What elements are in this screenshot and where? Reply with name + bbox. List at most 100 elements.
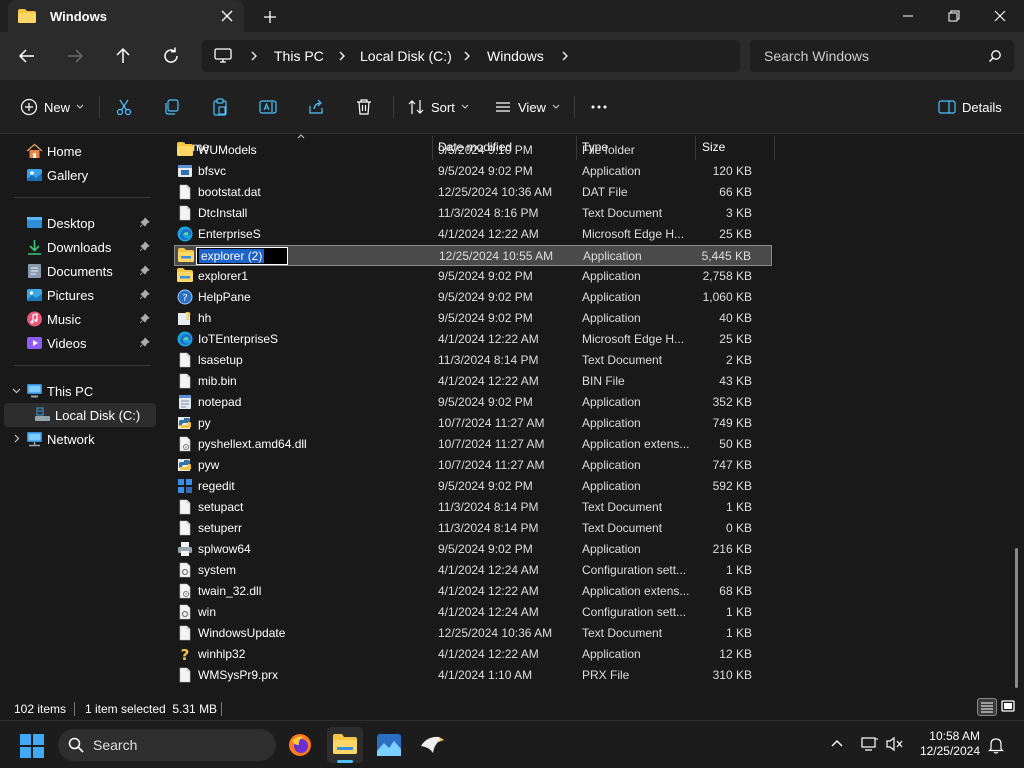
address-bar[interactable]: This PC Local Disk (C:) Windows — [202, 40, 740, 72]
share-button[interactable] — [307, 95, 325, 119]
details-view-toggle[interactable] — [977, 698, 997, 716]
file-row[interactable]: notepad 9/5/2024 9:02 PM Application 352 KB — [174, 392, 772, 413]
tab-windows[interactable]: Windows — [8, 0, 244, 32]
chevron-right-icon[interactable] — [461, 50, 473, 62]
file-row[interactable]: bootstat.dat 12/25/2024 10:36 AM DAT File 6… — [174, 182, 772, 203]
sidebar-item-music[interactable]: Music — [4, 307, 156, 331]
pin-icon[interactable] — [139, 313, 150, 324]
breadcrumb-windows[interactable]: Windows — [487, 48, 544, 64]
breadcrumb-this-pc[interactable]: This PC — [274, 48, 324, 64]
paste-button[interactable] — [211, 95, 229, 119]
up-arrow-icon[interactable] — [111, 44, 135, 68]
new-tab-icon[interactable] — [261, 8, 279, 26]
file-date: 4/1/2024 12:22 AM — [438, 374, 539, 388]
forward-arrow-icon[interactable] — [63, 44, 87, 68]
file-row[interactable]: ? winhlp32 4/1/2024 12:22 AM Application 12 … — [174, 644, 772, 665]
maximize-button[interactable] — [931, 0, 977, 32]
search-input[interactable]: Search Windows — [750, 40, 1014, 72]
sidebar-item-gallery[interactable]: Gallery — [4, 163, 156, 187]
file-row[interactable]: setupact 11/3/2024 8:14 PM Text Document 1 … — [174, 497, 772, 518]
item-count: 102 items — [14, 702, 67, 716]
file-row[interactable]: splwow64 9/5/2024 9:02 PM Application 216 K… — [174, 539, 772, 560]
file-row[interactable]: setuperr 11/3/2024 8:14 PM Text Document 0 … — [174, 518, 772, 539]
photos-app[interactable] — [371, 727, 407, 763]
delete-button[interactable] — [355, 95, 373, 119]
sidebar-item-network[interactable]: Network — [4, 427, 156, 451]
sidebar-item-desktop[interactable]: Desktop — [4, 211, 156, 235]
file-row[interactable]: lsasetup 11/3/2024 8:14 PM Text Document 2 … — [174, 350, 772, 371]
file-row[interactable]: py 10/7/2024 11:27 AM Application 749 KB — [174, 413, 772, 434]
pin-icon[interactable] — [139, 241, 150, 252]
volume-muted-icon[interactable] — [886, 736, 904, 752]
pin-icon[interactable] — [139, 217, 150, 228]
system-clock[interactable]: 10:58 AM 12/25/2024 — [920, 729, 980, 759]
sidebar-item-videos[interactable]: Videos — [4, 331, 156, 355]
sidebar-item-documents[interactable]: Documents — [4, 259, 156, 283]
chevron-down-icon[interactable] — [12, 386, 21, 395]
start-windows-icon[interactable] — [20, 734, 44, 758]
more-options-button[interactable] — [590, 95, 608, 119]
firefox-app[interactable] — [282, 727, 318, 763]
file-row[interactable]: regedit 9/5/2024 9:02 PM Application 592 KB — [174, 476, 772, 497]
refresh-icon[interactable] — [159, 44, 183, 68]
file-row[interactable]: WUModels 9/5/2024 9:10 PM File folder — [174, 140, 772, 161]
cut-button[interactable] — [115, 95, 133, 119]
chevron-up-icon[interactable] — [830, 738, 844, 748]
pin-icon[interactable] — [139, 265, 150, 276]
new-button[interactable]: New — [20, 95, 84, 119]
details-pane-button[interactable]: Details — [938, 95, 1002, 119]
drive-icon — [34, 407, 51, 423]
back-arrow-icon[interactable] — [15, 44, 39, 68]
sort-button[interactable]: Sort — [407, 95, 469, 119]
chevron-right-icon[interactable] — [336, 50, 348, 62]
close-tab-icon[interactable] — [218, 7, 236, 25]
column-divider[interactable] — [774, 136, 775, 160]
notification-bell-icon[interactable] — [988, 736, 1004, 754]
network-status-icon[interactable] — [861, 736, 879, 752]
taskbar-search[interactable]: Search — [58, 729, 276, 761]
close-window-button[interactable] — [977, 0, 1023, 32]
minimize-button[interactable] — [885, 0, 931, 32]
breadcrumb-local-disk[interactable]: Local Disk (C:) — [360, 48, 452, 64]
pin-icon[interactable] — [139, 337, 150, 348]
file-row[interactable]: explorer1 9/5/2024 9:02 PM Application 2,75… — [174, 266, 772, 287]
copy-button[interactable] — [163, 95, 181, 119]
chevron-right-icon[interactable] — [559, 50, 571, 62]
file-row[interactable]: system 4/1/2024 12:24 AM Configuration set… — [174, 560, 772, 581]
rename-input[interactable]: explorer (2) — [196, 247, 288, 265]
file-date: 4/1/2024 12:22 AM — [438, 584, 539, 598]
file-row[interactable]: win 4/1/2024 12:24 AM Configuration sett..… — [174, 602, 772, 623]
file-row[interactable]: WMSysPr9.prx 4/1/2024 1:10 AM PRX File 310 … — [174, 665, 772, 686]
file-row-selected[interactable]: explorer (2) 12/25/2024 10:55 AM Applicati… — [174, 245, 772, 266]
vertical-scrollbar[interactable] — [1015, 548, 1018, 688]
sidebar-item-this-pc[interactable]: This PC — [4, 379, 156, 403]
file-row[interactable]: ? hh 9/5/2024 9:02 PM Application 40 KB — [174, 308, 772, 329]
search-icon[interactable] — [988, 49, 1002, 63]
file-type: Application — [583, 249, 642, 263]
sidebar-item-pictures[interactable]: Pictures — [4, 283, 156, 307]
file-size: 43 KB — [719, 374, 752, 388]
view-button[interactable]: View — [494, 95, 560, 119]
file-row[interactable]: DtcInstall 11/3/2024 8:16 PM Text Document… — [174, 203, 772, 224]
file-size: 66 KB — [719, 185, 752, 199]
search-placeholder: Search Windows — [764, 48, 870, 64]
file-row[interactable]: bfsvc 9/5/2024 9:02 PM Application 120 KB — [174, 161, 772, 182]
sidebar-item-downloads[interactable]: Downloads — [4, 235, 156, 259]
rename-button[interactable] — [259, 95, 277, 119]
tiles-view-toggle[interactable] — [999, 698, 1019, 716]
pin-icon[interactable] — [139, 289, 150, 300]
file-row[interactable]: ? HelpPane 9/5/2024 9:02 PM Application 1,06… — [174, 287, 772, 308]
sidebar-item-local-disk[interactable]: Local Disk (C:) — [4, 403, 156, 427]
file-row[interactable]: pyshellext.amd64.dll 10/7/2024 11:27 AM Ap… — [174, 434, 772, 455]
sidebar-item-home[interactable]: Home — [4, 139, 156, 163]
file-row[interactable]: EnterpriseS 4/1/2024 12:22 AM Microsoft Ed… — [174, 224, 772, 245]
file-row[interactable]: pyw 10/7/2024 11:27 AM Application 747 KB — [174, 455, 772, 476]
file-explorer-app[interactable] — [327, 727, 363, 763]
file-row[interactable]: WindowsUpdate 12/25/2024 10:36 AM Text Doc… — [174, 623, 772, 644]
file-row[interactable]: twain_32.dll 4/1/2024 12:22 AM Application… — [174, 581, 772, 602]
file-row[interactable]: mib.bin 4/1/2024 12:22 AM BIN File 43 KB — [174, 371, 772, 392]
eagle-app[interactable] — [414, 727, 450, 763]
file-row[interactable]: IoTEnterpriseS 4/1/2024 12:22 AM Microsoft… — [174, 329, 772, 350]
chevron-right-icon[interactable] — [12, 434, 21, 443]
chevron-right-icon[interactable] — [248, 50, 260, 62]
